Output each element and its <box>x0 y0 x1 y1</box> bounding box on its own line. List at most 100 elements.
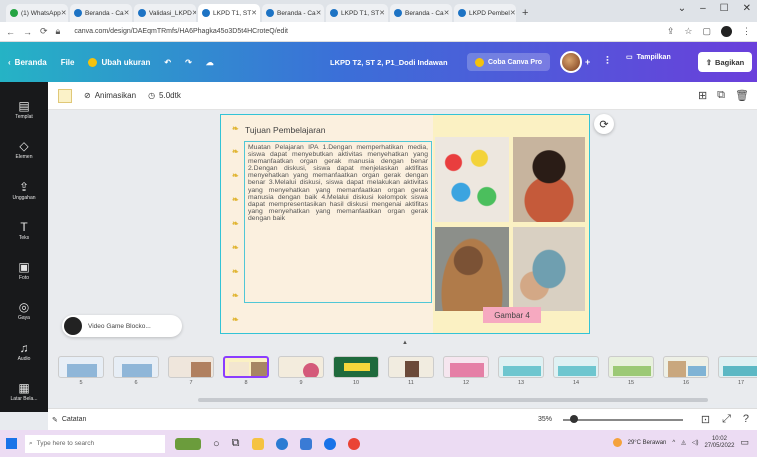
share-page-icon[interactable]: ⇪ <box>667 26 675 37</box>
browser-tab[interactable]: Beranda - Ca ✕ <box>390 4 452 22</box>
weather-status[interactable]: 29°C Berawan <box>628 440 667 446</box>
notifications-icon[interactable]: ▭ <box>740 437 749 448</box>
browser-tab[interactable]: LKPD T1, ST ✕ <box>326 4 388 22</box>
cortana-icon[interactable]: ○ <box>213 438 220 450</box>
resize-button[interactable]: Ubah ukuran <box>88 57 150 67</box>
share-button[interactable]: ⇧ Bagikan <box>698 52 752 72</box>
page-thumbnail-selected[interactable]: 8 <box>223 356 269 386</box>
page-thumbnail[interactable]: 14 <box>553 356 599 386</box>
edge-icon[interactable] <box>275 437 288 450</box>
close-icon[interactable]: ✕ <box>61 9 67 17</box>
reload-icon[interactable]: ⟳ <box>40 26 48 37</box>
new-tab-button[interactable]: + <box>522 7 528 19</box>
notes-icon[interactable]: ✎ <box>52 416 58 424</box>
paint-palette-photo[interactable] <box>435 137 509 222</box>
page-thumbnail[interactable]: 15 <box>608 356 654 386</box>
add-collaborator-button[interactable]: + <box>585 57 590 67</box>
close-icon[interactable]: ✕ <box>124 9 130 17</box>
browser-tab[interactable]: (1) WhatsApp ✕ <box>6 4 68 22</box>
minimize-icon[interactable]: – <box>700 3 706 14</box>
duration-button[interactable]: ◷ 5.0dtk <box>148 91 181 100</box>
close-icon[interactable]: ✕ <box>510 9 516 17</box>
forward-icon[interactable]: → <box>23 27 32 37</box>
sidebar-item-templates[interactable]: ▤ Templat <box>0 90 48 130</box>
close-icon[interactable]: ✕ <box>251 9 257 17</box>
page-thumbnail[interactable]: 16 <box>663 356 709 386</box>
slide-title[interactable]: Tujuan Pembelajaran <box>245 125 325 135</box>
refresh-icon[interactable]: ⟳ <box>594 114 614 134</box>
try-canva-pro-button[interactable]: Coba Canva Pro <box>467 53 551 71</box>
home-button[interactable]: ‹ Beranda <box>8 58 47 67</box>
zoom-slider[interactable] <box>563 419 683 421</box>
sidebar-item-background[interactable]: ▦ Latar Bela... <box>0 372 48 412</box>
photo-caption[interactable]: Gambar 4 <box>483 307 541 323</box>
page-thumbnail[interactable]: 10 <box>333 356 379 386</box>
chrome-icon[interactable] <box>347 437 360 450</box>
user-avatar[interactable] <box>560 51 582 73</box>
browser-tab[interactable]: Beranda - Ca ✕ <box>70 4 132 22</box>
network-icon[interactable]: ◬ <box>681 439 686 446</box>
file-menu-button[interactable]: File <box>61 58 75 67</box>
browser-tab[interactable]: LKPD Pembel ✕ <box>454 4 516 22</box>
tab-search-icon[interactable]: ⌄ <box>678 3 686 14</box>
sidebar-item-photos[interactable]: ▣ Foto <box>0 251 48 291</box>
add-page-icon[interactable]: ⊞ <box>698 89 707 102</box>
zoom-level[interactable]: 35% <box>538 416 552 423</box>
page-thumbnail[interactable]: 5 <box>58 356 104 386</box>
tray-chevron-icon[interactable]: ^ <box>672 440 675 446</box>
store-icon[interactable] <box>299 437 312 450</box>
lock-icon[interactable]: 🔒︎ <box>56 26 61 37</box>
animate-button[interactable]: ⊘ Animasikan <box>84 91 136 100</box>
chevron-up-icon[interactable]: ▲ <box>402 340 408 346</box>
insights-icon[interactable]: ⫶ <box>606 55 609 68</box>
page-thumbnail[interactable]: 17 <box>718 356 757 386</box>
notes-button[interactable]: Catatan <box>62 416 87 423</box>
url-field[interactable]: canva.com/design/DAEqmTRmfs/HA6Phagka45o… <box>74 28 288 35</box>
sidebar-item-text[interactable]: T Teks <box>0 211 48 251</box>
page-thumbnail[interactable]: 11 <box>388 356 434 386</box>
woman-portrait-photo[interactable] <box>513 137 585 222</box>
profile-avatar[interactable] <box>721 26 732 37</box>
sidebar-item-uploads[interactable]: ⇪ Unggahan <box>0 171 48 211</box>
present-button[interactable]: ▭ Tampilkan <box>626 53 671 62</box>
close-icon[interactable]: ✕ <box>192 9 196 17</box>
redo-button[interactable]: ↷ <box>185 58 192 67</box>
background-color-swatch[interactable] <box>58 88 72 103</box>
back-icon[interactable]: ← <box>6 27 15 37</box>
help-icon[interactable]: ? <box>743 413 749 426</box>
maximize-icon[interactable]: ☐ <box>720 3 729 14</box>
close-icon[interactable]: ✕ <box>379 9 385 17</box>
sidebar-item-audio[interactable]: ♫ Audio <box>0 332 48 372</box>
extensions-icon[interactable]: ▢ <box>702 26 711 37</box>
duplicate-page-icon[interactable]: ⧉ <box>717 89 725 102</box>
page-thumbnail[interactable]: 7 <box>168 356 214 386</box>
page-thumbnail[interactable]: 13 <box>498 356 544 386</box>
undo-button[interactable]: ↶ <box>164 58 171 67</box>
mug-hands-photo[interactable] <box>513 227 585 311</box>
browser-icon[interactable] <box>323 437 336 450</box>
page-thumbnail[interactable]: 12 <box>443 356 489 386</box>
close-icon[interactable]: ✕ <box>444 9 450 17</box>
sidebar-item-styles[interactable]: ◎ Gaya <box>0 291 48 331</box>
star-icon[interactable]: ☆ <box>684 26 692 37</box>
page-thumbnail[interactable]: 9 <box>278 356 324 386</box>
video-chip[interactable]: Video Game Blocko... <box>62 315 182 337</box>
document-title[interactable]: LKPD T2, ST 2, P1_Dodi Indawan <box>330 58 448 67</box>
browser-tab-active[interactable]: LKPD T1, ST ✕ <box>198 4 260 22</box>
save-status-button[interactable]: ☁ <box>206 58 214 67</box>
slide-page[interactable]: ❧ Tujuan Pembelajaran ❧ ❧ ❧ ❧ ❧ ❧ ❧ ❧ Mu… <box>220 114 590 334</box>
menu-icon[interactable]: ⋮ <box>742 26 751 37</box>
taskbar-search[interactable]: ⌕ Type here to search <box>25 434 165 453</box>
page-thumbnail[interactable]: 6 <box>113 356 159 386</box>
volume-icon[interactable]: ◁) <box>692 439 699 446</box>
child-guitar-photo[interactable] <box>435 227 509 311</box>
clock[interactable]: 10:02 27/05/2022 <box>704 436 734 449</box>
task-view-icon[interactable]: ⧉ <box>232 437 240 450</box>
page-count-icon[interactable]: ⊡ <box>701 413 710 426</box>
close-window-icon[interactable]: ✕ <box>743 3 751 14</box>
zoom-slider-handle[interactable] <box>570 415 578 423</box>
objectives-textbox[interactable]: Muatan Pelajaran IPA 1.Dengan memperhati… <box>244 141 432 303</box>
sidebar-item-elements[interactable]: ◇ Elemen <box>0 130 48 170</box>
browser-tab[interactable]: Validasi_LKPD ✕ <box>134 4 196 22</box>
fullscreen-icon[interactable]: ⤢ <box>722 413 731 426</box>
